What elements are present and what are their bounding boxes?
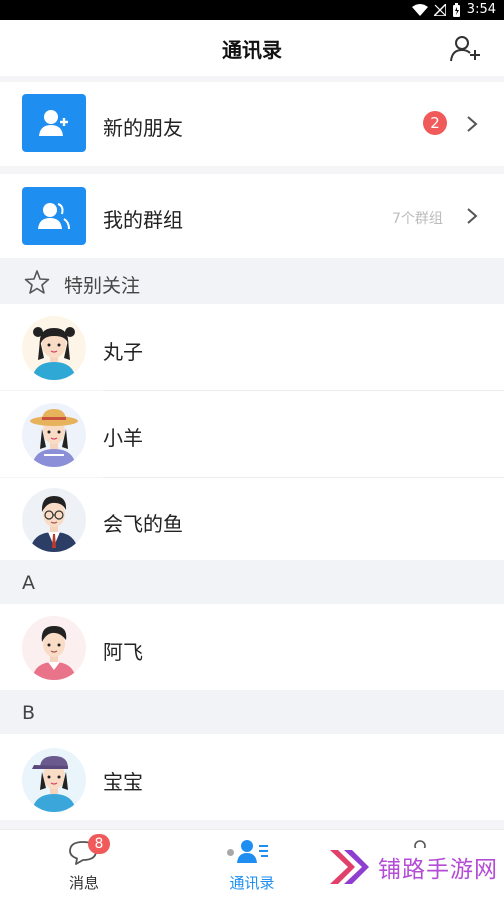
add-contact-icon[interactable] [450,34,482,62]
message-badge: 8 [88,834,110,854]
chevron-right-icon [467,208,478,224]
contact-row[interactable]: 阿飞 [0,604,504,690]
contact-row[interactable]: 宝宝 [0,734,504,820]
add-user-icon [39,110,68,136]
contacts-icon [237,840,268,863]
section-letter: B [22,702,36,724]
active-dot [227,849,234,856]
profile-icon [414,840,426,848]
star-icon [24,270,50,294]
my-groups-tile [22,187,86,245]
avatar [22,403,86,467]
app-header: 通讯录 [0,20,504,76]
index-section-a: A [0,560,504,604]
my-groups-row[interactable]: 我的群组 7个群组 [0,174,504,258]
contact-row[interactable]: 小羊 [0,391,504,477]
new-friends-tile [22,94,86,152]
index-section-b: B [0,690,504,734]
new-friends-label: 新的朋友 [103,116,183,140]
contact-name: 宝宝 [103,770,143,794]
special-follow-title: 特别关注 [64,275,141,297]
tab-contacts-label: 通讯录 [229,874,275,892]
section-letter: A [22,572,35,594]
status-time: 3:54 [466,2,496,17]
battery-icon [452,2,460,17]
new-friends-badge: 2 [423,111,447,135]
avatar [22,488,86,552]
special-follow-header: 特别关注 [0,258,504,304]
avatar [22,616,86,680]
tab-messages-label: 消息 [68,874,99,892]
status-bar: 3:54 [0,0,504,20]
contact-row[interactable]: 丸子 [0,304,504,390]
contact-name: 阿飞 [103,640,143,664]
group-count: 7个群组 [392,211,443,227]
tab-messages[interactable]: 8 消息 [0,830,168,898]
contact-name: 丸子 [103,340,143,364]
group-icon [38,203,70,230]
watermark: 铺路手游网 [328,848,498,886]
tab-contacts[interactable]: 通讯录 [168,830,336,898]
chevron-right-icon [467,116,478,132]
page-title: 通讯录 [222,38,282,62]
avatar [22,748,86,812]
my-groups-label: 我的群组 [103,208,183,232]
signal-icon [433,3,446,16]
wifi-icon [411,3,428,16]
watermark-logo-icon [330,850,369,884]
contact-row[interactable]: 会飞的鱼 [0,478,504,560]
contact-name: 会飞的鱼 [103,512,183,536]
contact-name: 小羊 [103,426,143,450]
watermark-text: 铺路手游网 [378,857,498,883]
avatar [22,316,86,380]
new-friends-row[interactable]: 新的朋友 2 [0,82,504,166]
